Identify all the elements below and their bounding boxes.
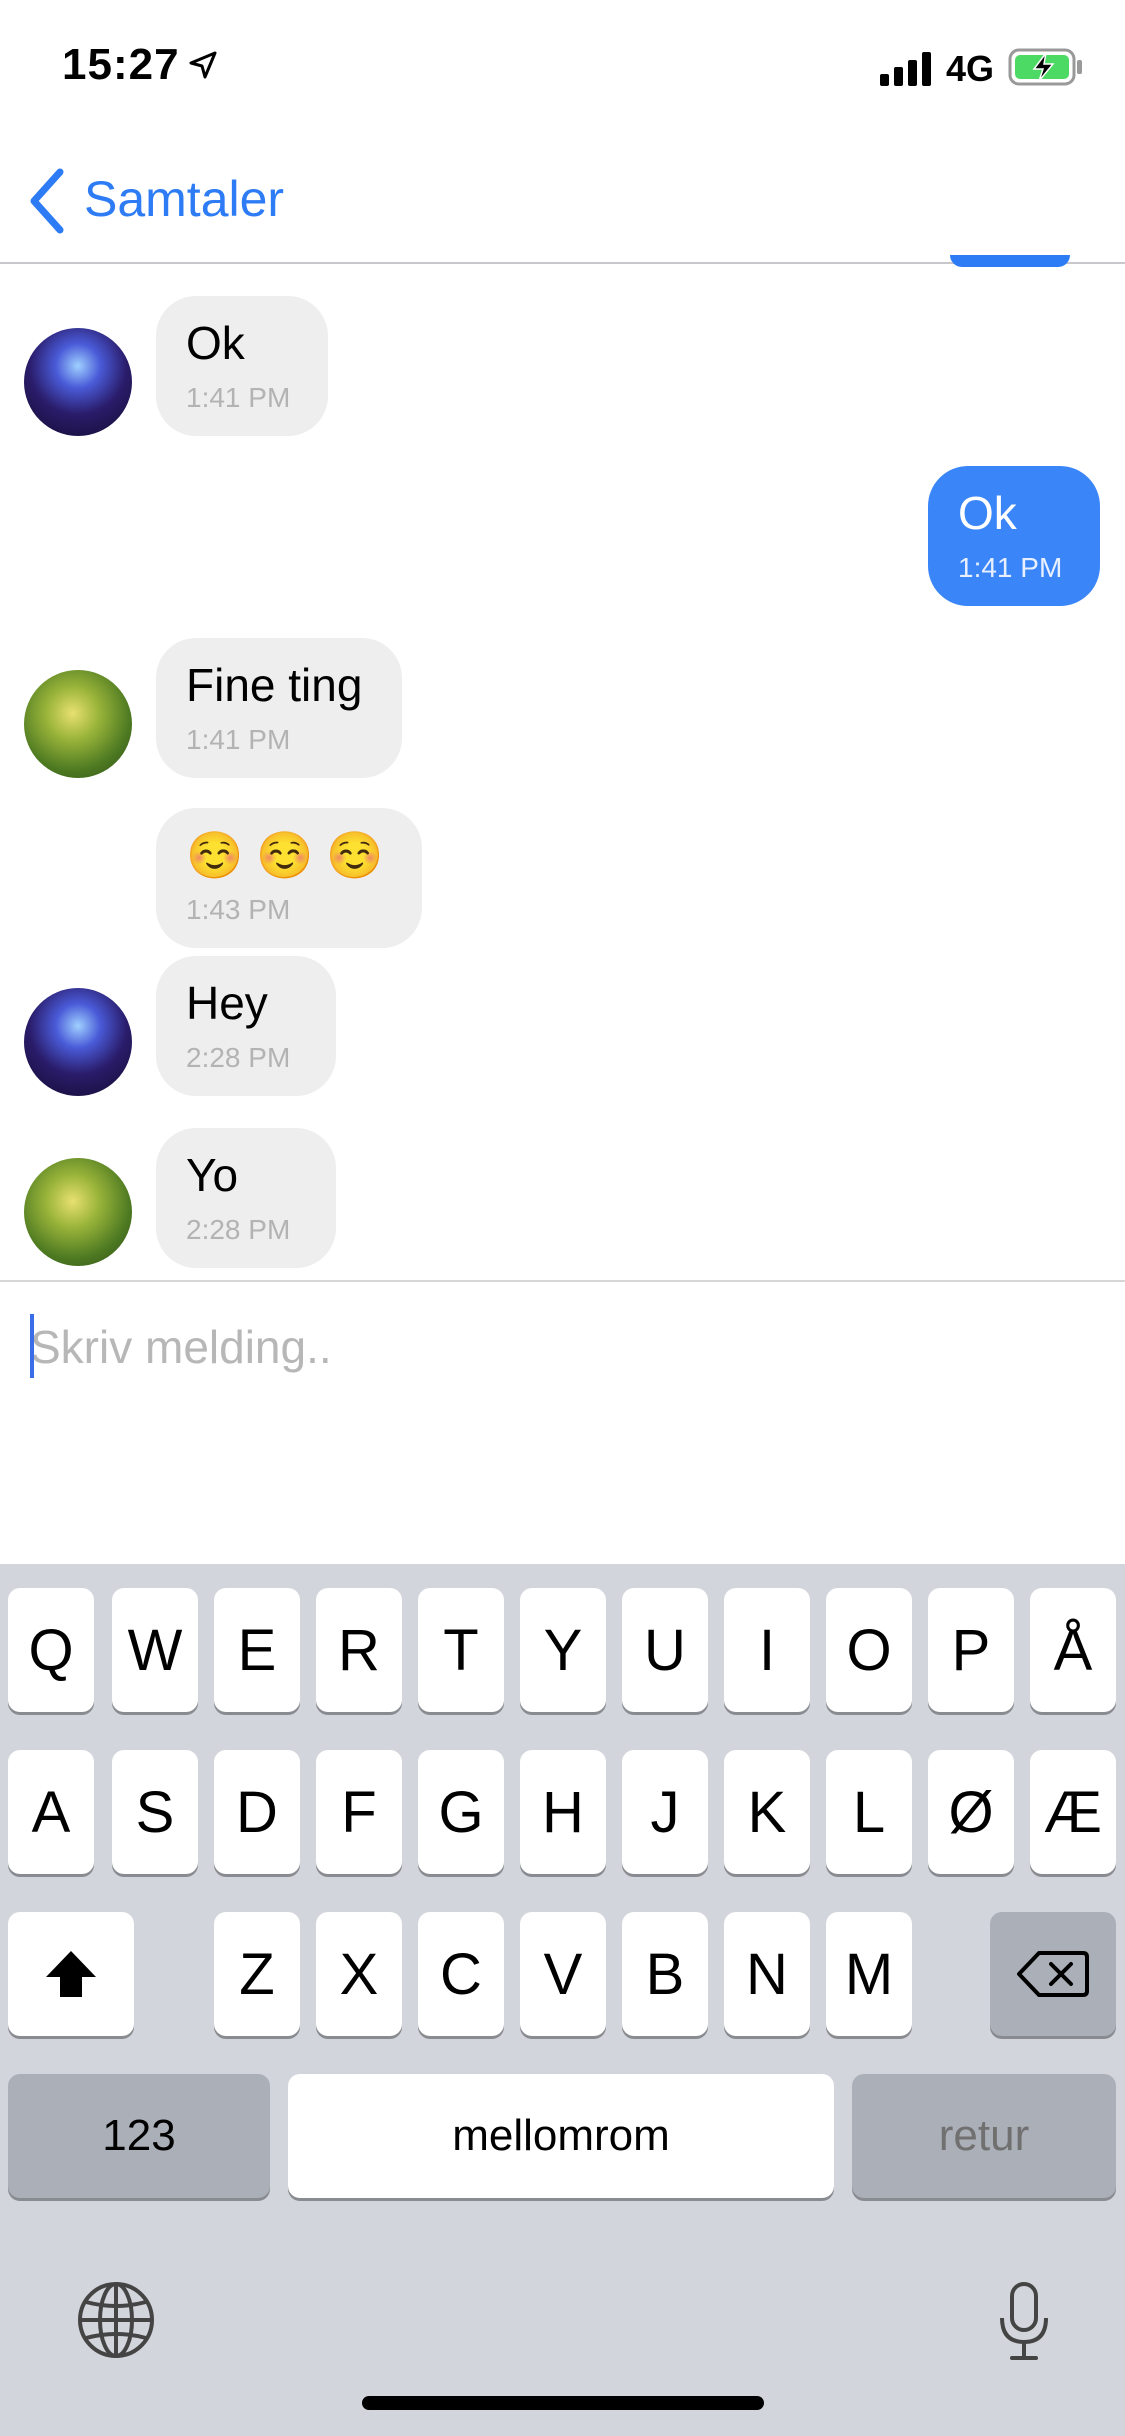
status-time: 15:27 — [62, 40, 180, 89]
signal-strength-icon — [880, 52, 931, 86]
key-g[interactable]: G — [418, 1750, 504, 1874]
message-composer — [0, 1280, 1125, 1564]
message-text: ☺️ ☺️ ☺️ — [186, 829, 384, 881]
message-timestamp: 2:28 PM — [186, 1214, 291, 1245]
message-text: Yo — [186, 1149, 239, 1201]
key-i[interactable]: I — [724, 1588, 810, 1712]
home-indicator[interactable] — [362, 2396, 764, 2410]
key-x[interactable]: X — [316, 1912, 402, 2036]
message-input[interactable] — [30, 1312, 1090, 1382]
avatar[interactable] — [24, 328, 132, 436]
incoming-message-bubble[interactable]: Yo 2:28 PM — [156, 1128, 336, 1268]
return-key[interactable]: retur — [852, 2074, 1116, 2198]
key-c[interactable]: C — [418, 1912, 504, 2036]
avatar[interactable] — [24, 1158, 132, 1266]
message-timestamp: 1:41 PM — [186, 724, 291, 755]
key-t[interactable]: T — [418, 1588, 504, 1712]
key-z[interactable]: Z — [214, 1912, 300, 2036]
key-v[interactable]: V — [520, 1912, 606, 2036]
key-ae[interactable]: Æ — [1030, 1750, 1116, 1874]
incoming-message-bubble[interactable]: Hey 2:28 PM — [156, 956, 336, 1096]
key-e[interactable]: E — [214, 1588, 300, 1712]
backspace-icon — [1017, 1951, 1089, 1997]
key-a-ring[interactable]: Å — [1030, 1588, 1116, 1712]
outgoing-message-bubble[interactable]: Ok 1:41 PM — [928, 466, 1100, 606]
key-w[interactable]: W — [112, 1588, 198, 1712]
incoming-message-bubble[interactable]: Ok 1:41 PM — [156, 296, 328, 436]
status-bar: 15:27 4G — [0, 0, 1125, 140]
shift-key[interactable] — [8, 1912, 134, 2036]
globe-icon[interactable] — [76, 2280, 156, 2360]
avatar[interactable] — [24, 670, 132, 778]
key-y[interactable]: Y — [520, 1588, 606, 1712]
key-d[interactable]: D — [214, 1750, 300, 1874]
message-text: Ok — [186, 317, 245, 369]
key-o-slash[interactable]: Ø — [928, 1750, 1014, 1874]
message-timestamp: 1:41 PM — [186, 382, 291, 413]
key-j[interactable]: J — [622, 1750, 708, 1874]
numbers-key[interactable]: 123 — [8, 2074, 270, 2198]
key-p[interactable]: P — [928, 1588, 1014, 1712]
battery-charging-icon — [1008, 48, 1082, 86]
key-q[interactable]: Q — [8, 1588, 94, 1712]
key-u[interactable]: U — [622, 1588, 708, 1712]
microphone-icon[interactable] — [998, 2282, 1050, 2362]
key-o[interactable]: O — [826, 1588, 912, 1712]
message-timestamp: 2:28 PM — [186, 1042, 291, 1073]
shift-arrow-icon — [46, 1951, 96, 1997]
keyboard: Q W E R T Y U I O P Å A S D F G H J K L … — [0, 1564, 1125, 2436]
network-type: 4G — [946, 48, 995, 89]
message-timestamp: 1:43 PM — [186, 894, 291, 925]
message-text: Ok — [958, 487, 1017, 539]
incoming-message-bubble[interactable]: ☺️ ☺️ ☺️ 1:43 PM — [156, 808, 422, 948]
key-k[interactable]: K — [724, 1750, 810, 1874]
message-text: Hey — [186, 977, 268, 1029]
key-f[interactable]: F — [316, 1750, 402, 1874]
message-list[interactable]: Ok 1:41 PM Ok 1:41 PM Fine ting 1:41 PM … — [0, 266, 1125, 1280]
key-s[interactable]: S — [112, 1750, 198, 1874]
navigation-bar: Samtaler — [0, 140, 1125, 264]
key-a[interactable]: A — [8, 1750, 94, 1874]
space-key[interactable]: mellomrom — [288, 2074, 834, 2198]
key-m[interactable]: M — [826, 1912, 912, 2036]
back-button[interactable]: Samtaler — [84, 170, 284, 228]
key-r[interactable]: R — [316, 1588, 402, 1712]
avatar[interactable] — [24, 988, 132, 1096]
key-b[interactable]: B — [622, 1912, 708, 2036]
message-text: Fine ting — [186, 659, 363, 711]
key-n[interactable]: N — [724, 1912, 810, 2036]
message-timestamp: 1:41 PM — [958, 552, 1063, 583]
key-l[interactable]: L — [826, 1750, 912, 1874]
incoming-message-bubble[interactable]: Fine ting 1:41 PM — [156, 638, 402, 778]
key-h[interactable]: H — [520, 1750, 606, 1874]
back-chevron-icon[interactable] — [26, 166, 66, 236]
backspace-key[interactable] — [990, 1912, 1116, 2036]
text-caret — [30, 1314, 34, 1378]
location-arrow-icon — [189, 51, 217, 79]
